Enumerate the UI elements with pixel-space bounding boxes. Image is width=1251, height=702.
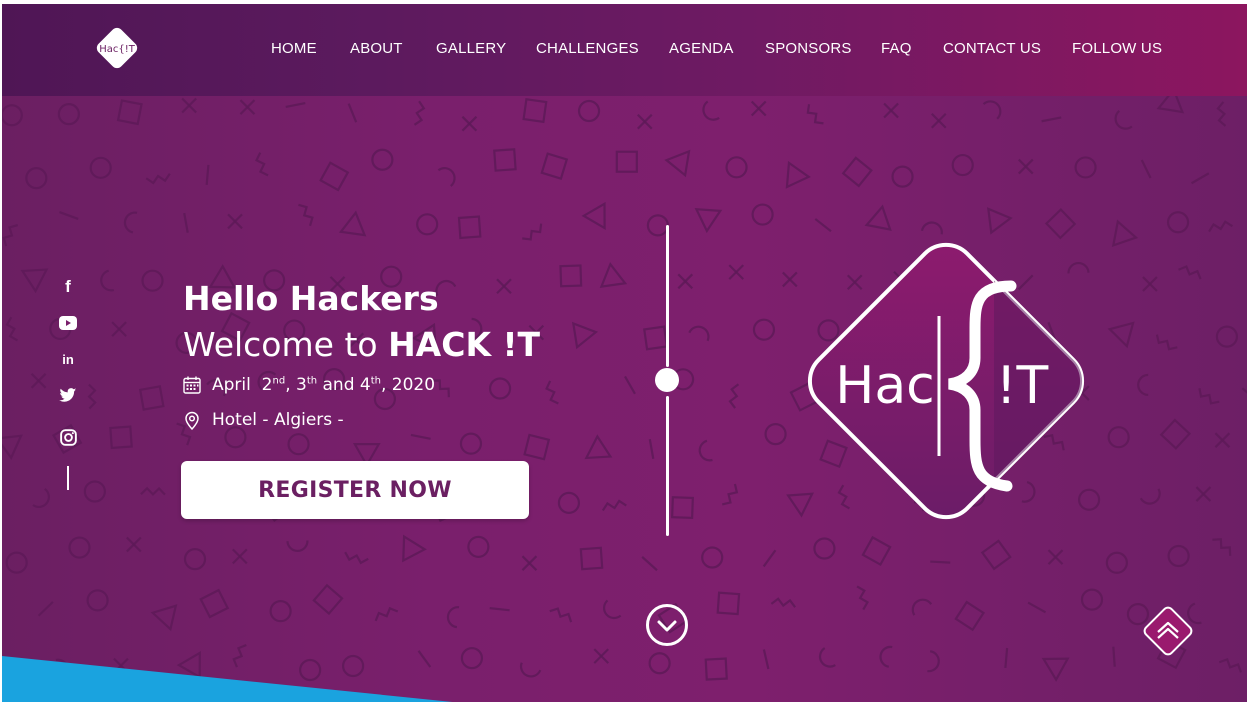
location-pin-icon: [182, 410, 202, 430]
calendar-icon: [182, 375, 202, 395]
divider-dot: [655, 368, 679, 392]
youtube-icon[interactable]: [57, 312, 79, 334]
nav-faq[interactable]: FAQ: [881, 40, 912, 57]
event-location-text: Hotel - Algiers -: [212, 410, 344, 430]
divider-line-top: [666, 225, 669, 367]
instagram-icon[interactable]: [57, 426, 79, 448]
decorative-blue-band: [2, 656, 453, 702]
hero-title: Hello Hackers Welcome to HACK !T: [183, 276, 540, 368]
big-logo-left-text: Hac: [835, 356, 935, 416]
nav-sponsors[interactable]: SPONSORS: [765, 40, 852, 57]
nav-home[interactable]: HOME: [271, 40, 317, 57]
main-nav: HOME ABOUT GALLERY CHALLENGES AGENDA SPO…: [2, 40, 1247, 60]
hero-title-line2: Welcome to HACK !T: [183, 325, 541, 364]
page-frame: Hac{!T HOME ABOUT GALLERY CHALLENGES AGE…: [2, 4, 1247, 702]
nav-about[interactable]: ABOUT: [350, 40, 403, 57]
register-now-button[interactable]: REGISTER NOW: [181, 461, 529, 519]
twitter-icon[interactable]: [57, 384, 79, 406]
nav-contact-us[interactable]: CONTACT US: [943, 40, 1041, 57]
hackit-big-logo: Hac !T: [807, 232, 1095, 530]
divider-line-bottom: [666, 396, 669, 536]
facebook-icon[interactable]: f: [57, 276, 79, 298]
big-logo-right-text: !T: [996, 356, 1049, 416]
linkedin-icon[interactable]: in: [57, 348, 79, 370]
event-date-text: April 2nd, 3th and 4th, 2020: [212, 375, 436, 395]
hero-brand-name: HACK !T: [388, 325, 541, 364]
event-location: Hotel - Algiers -: [182, 410, 344, 430]
event-date: April 2nd, 3th and 4th, 2020: [182, 375, 435, 395]
scroll-down-button[interactable]: [645, 603, 689, 647]
hero-title-line1: Hello Hackers: [183, 279, 439, 318]
nav-follow-us[interactable]: FOLLOW US: [1072, 40, 1162, 57]
back-to-top-button[interactable]: [1138, 601, 1198, 661]
social-divider-line: [67, 466, 69, 490]
nav-challenges[interactable]: CHALLENGES: [536, 40, 639, 57]
nav-agenda[interactable]: AGENDA: [669, 40, 734, 57]
nav-gallery[interactable]: GALLERY: [436, 40, 506, 57]
top-navbar: Hac{!T HOME ABOUT GALLERY CHALLENGES AGE…: [2, 4, 1247, 96]
chevron-down-icon: [657, 620, 677, 632]
